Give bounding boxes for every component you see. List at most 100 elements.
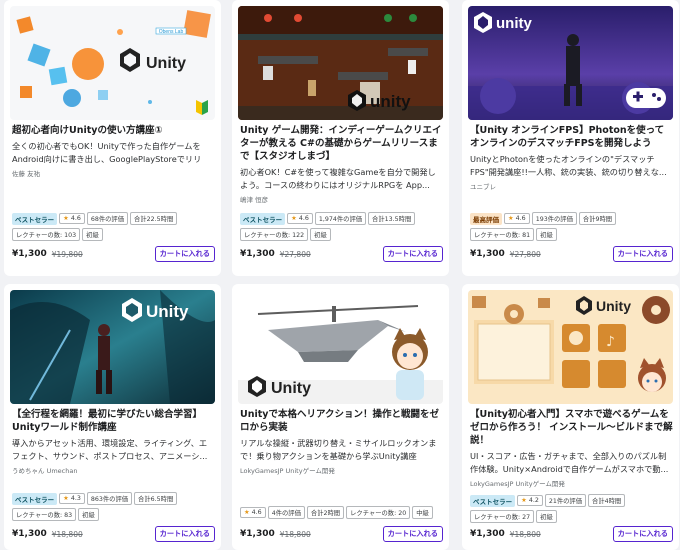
course-card[interactable]: Obens Lab Unity 超初心者向けUnityの使い方講座① 全くの初心… xyxy=(4,0,221,276)
hours-tag: 合計22.5時間 xyxy=(130,212,178,225)
add-to-cart-button[interactable]: カートに入れる xyxy=(154,526,215,542)
course-author: LokyGamesJP Unityゲーム開発 xyxy=(470,480,565,488)
star-icon: ★ xyxy=(508,215,514,222)
add-to-cart-button[interactable]: カートに入れる xyxy=(154,246,215,262)
gamepad-icon xyxy=(626,88,666,108)
course-description: 全くの初心者でもOK！Unityで作った自作ゲームをAndroid向けに書き出し… xyxy=(12,141,202,164)
rating-tag: ★ 4.2 xyxy=(517,495,543,506)
original-price: ¥18,800 xyxy=(279,529,311,539)
level-tag: 初級 xyxy=(310,228,331,241)
course-thumbnail[interactable]: unity xyxy=(468,6,673,120)
price-row: ¥1,300 ¥27,800 カートに入れる xyxy=(470,246,673,262)
reviews-tag: 863件の評価 xyxy=(86,492,133,505)
status-badge: ベストセラー xyxy=(12,492,58,505)
course-card[interactable]: unity 【Unity オンラインFPS】Photonを使ってオンラインのデス… xyxy=(462,0,679,276)
svg-text:Unity: Unity xyxy=(146,302,189,321)
reviews-tag: 21件の評価 xyxy=(544,494,587,507)
svg-text:Unity: Unity xyxy=(596,298,631,314)
original-price: ¥27,800 xyxy=(509,249,541,259)
status-badge: ベストセラー xyxy=(240,212,286,225)
course-thumbnail[interactable]: Unity xyxy=(10,290,215,404)
svg-text:unity: unity xyxy=(496,15,532,32)
course-thumbnail[interactable]: Unity xyxy=(238,290,443,404)
course-thumbnail[interactable]: Obens Lab Unity xyxy=(10,6,215,120)
star-icon: ★ xyxy=(521,497,527,504)
level-tag: 初級 xyxy=(82,228,103,241)
original-price: ¥18,800 xyxy=(509,529,541,539)
rating-tag: ★ 4.6 xyxy=(59,213,85,224)
status-badge: ベストセラー xyxy=(470,494,516,507)
price: ¥1,300 xyxy=(470,529,505,539)
price: ¥1,300 xyxy=(12,249,47,259)
svg-text:Unity: Unity xyxy=(271,380,311,397)
level-tag: 初級 xyxy=(536,228,557,241)
add-to-cart-button[interactable]: カートに入れる xyxy=(382,526,443,542)
course-thumbnail[interactable]: unity xyxy=(238,6,443,120)
level-tag: 初級 xyxy=(78,508,99,521)
course-description: 導入からアセット活用、環境設定、ライティング、エフェクト、サウンド、ポストプロセ… xyxy=(12,438,208,461)
price-row: ¥1,300 ¥18,800 カートに入れる xyxy=(240,526,443,542)
price: ¥1,300 xyxy=(240,529,275,539)
course-author: うめちゃん Umechan xyxy=(12,467,78,475)
course-title[interactable]: 【Unity オンラインFPS】Photonを使ってオンラインのデスマッチFPS… xyxy=(470,124,673,150)
lectures-tag: レクチャーの数: 103 xyxy=(12,228,81,241)
lectures-tag: レクチャーの数: 20 xyxy=(346,506,411,519)
course-thumbnail[interactable]: ♪ Unity xyxy=(468,290,673,404)
price-row: ¥1,300 ¥19,800 カートに入れる xyxy=(12,246,215,262)
add-to-cart-button[interactable]: カートに入れる xyxy=(382,246,443,262)
original-price: ¥19,800 xyxy=(51,249,83,259)
course-title[interactable]: 【Unity初心者入門】スマホで遊べるゲームをゼロから作ろう！ インストール〜ビ… xyxy=(470,408,673,447)
price: ¥1,300 xyxy=(12,529,47,539)
course-card[interactable]: ♪ Unity 【Unity初心者入門】スマホで遊べるゲームをゼロから作ろう！ … xyxy=(462,284,679,550)
hours-tag: 合計2時間 xyxy=(306,506,345,519)
star-icon: ★ xyxy=(244,509,250,516)
rating-tag: ★ 4.6 xyxy=(504,213,530,224)
status-badge: 最高評価 xyxy=(470,212,502,225)
reviews-tag: 68件の評価 xyxy=(86,212,129,225)
reviews-tag: 4件の評価 xyxy=(267,506,305,519)
svg-text:♪: ♪ xyxy=(606,334,615,350)
course-author: ユニブレ xyxy=(470,183,496,191)
hours-tag: 合計6.5時間 xyxy=(134,492,178,505)
course-title[interactable]: Unityで本格ヘリアクション！操作と戦闘をゼロから実装 xyxy=(240,408,443,434)
course-title[interactable]: 超初心者向けUnityの使い方講座① xyxy=(12,124,215,137)
original-price: ¥18,800 xyxy=(51,529,83,539)
reviews-tag: 1,974件の評価 xyxy=(314,212,367,225)
lectures-tag: レクチャーの数: 81 xyxy=(470,228,535,241)
course-meta: ベストセラー ★ 4.6 1,974件の評価 合計13.5時間 レクチャーの数:… xyxy=(240,212,445,244)
course-author: LokyGamesJP Unityゲーム開発 xyxy=(240,467,335,475)
price-row: ¥1,300 ¥18,800 カートに入れる xyxy=(12,526,215,542)
star-icon: ★ xyxy=(63,215,69,222)
lectures-tag: レクチャーの数: 122 xyxy=(240,228,309,241)
add-to-cart-button[interactable]: カートに入れる xyxy=(612,246,673,262)
hours-tag: 合計9時間 xyxy=(578,212,617,225)
course-author: 佐藤 友祐 xyxy=(12,170,41,178)
hours-tag: 合計13.5時間 xyxy=(368,212,416,225)
course-title[interactable]: 【全行程を網羅！最初に学びたい総合学習】Unityワールド制作講座 xyxy=(12,408,215,434)
hours-tag: 合計4時間 xyxy=(588,494,626,507)
lectures-tag: レクチャーの数: 27 xyxy=(470,510,535,523)
course-card[interactable]: Unity 【全行程を網羅！最初に学びたい総合学習】Unityワールド制作講座 … xyxy=(4,284,221,550)
level-tag: 中級 xyxy=(412,506,433,519)
thumb-sub-text: Obens Lab xyxy=(159,29,184,35)
course-meta: 最高評価 ★ 4.6 193件の評価 合計9時間 レクチャーの数: 81 初級 xyxy=(470,212,675,244)
svg-text:unity: unity xyxy=(370,92,411,111)
price-row: ¥1,300 ¥27,800 カートに入れる xyxy=(240,246,443,262)
lectures-tag: レクチャーの数: 83 xyxy=(12,508,77,521)
rating-tag: ★ 4.6 xyxy=(287,213,313,224)
course-card[interactable]: Unity Unityで本格ヘリアクション！操作と戦闘をゼロから実装 リアルな操… xyxy=(232,284,449,550)
add-to-cart-button[interactable]: カートに入れる xyxy=(612,526,673,542)
price-row: ¥1,300 ¥18,800 カートに入れる xyxy=(470,526,673,542)
course-description: UI・スコア・広告・ガチャまで、全部入りのパズル制作体験。Unity×Andro… xyxy=(470,451,669,474)
rating-tag: ★ 4.6 xyxy=(240,507,266,518)
price: ¥1,300 xyxy=(470,249,505,259)
course-meta: ★ 4.6 4件の評価 合計2時間 レクチャーの数: 20 中級 xyxy=(240,506,445,522)
course-title[interactable]: Unity ゲーム開発：インディーゲームクリエイターが教える C#の基礎からゲー… xyxy=(240,124,443,163)
course-meta: ベストセラー ★ 4.3 863件の評価 合計6.5時間 レクチャーの数: 83… xyxy=(12,492,217,524)
original-price: ¥27,800 xyxy=(279,249,311,259)
course-card[interactable]: unity Unity ゲーム開発：インディーゲームクリエイターが教える C#の… xyxy=(232,0,449,276)
star-icon: ★ xyxy=(291,215,297,222)
course-description: UnityとPhotonを使ったオンラインの"デスマッチFPS"開発講座!!一人… xyxy=(470,154,667,177)
course-author: 嶋津 恒彦 xyxy=(240,196,269,204)
svg-text:Unity: Unity xyxy=(146,55,186,72)
